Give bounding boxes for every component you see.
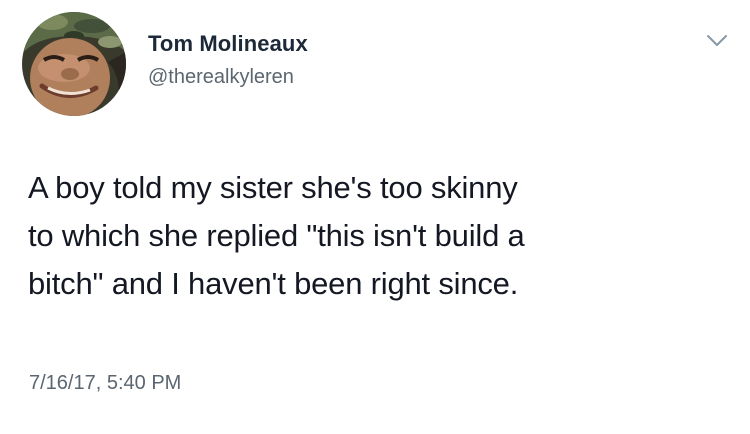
author-handle[interactable]: @therealkyleren	[148, 66, 294, 89]
avatar-photo	[22, 12, 126, 116]
tweet-timestamp[interactable]: 7/16/17, 5:40 PM	[29, 372, 181, 395]
avatar[interactable]	[22, 12, 126, 116]
chevron-down-icon[interactable]	[706, 33, 728, 49]
tweet-text: A boy told my sister she's too skinny to…	[28, 170, 525, 301]
tweet-card: Tom Molineaux @therealkyleren A boy told…	[0, 0, 750, 434]
author-name[interactable]: Tom Molineaux	[148, 31, 308, 57]
